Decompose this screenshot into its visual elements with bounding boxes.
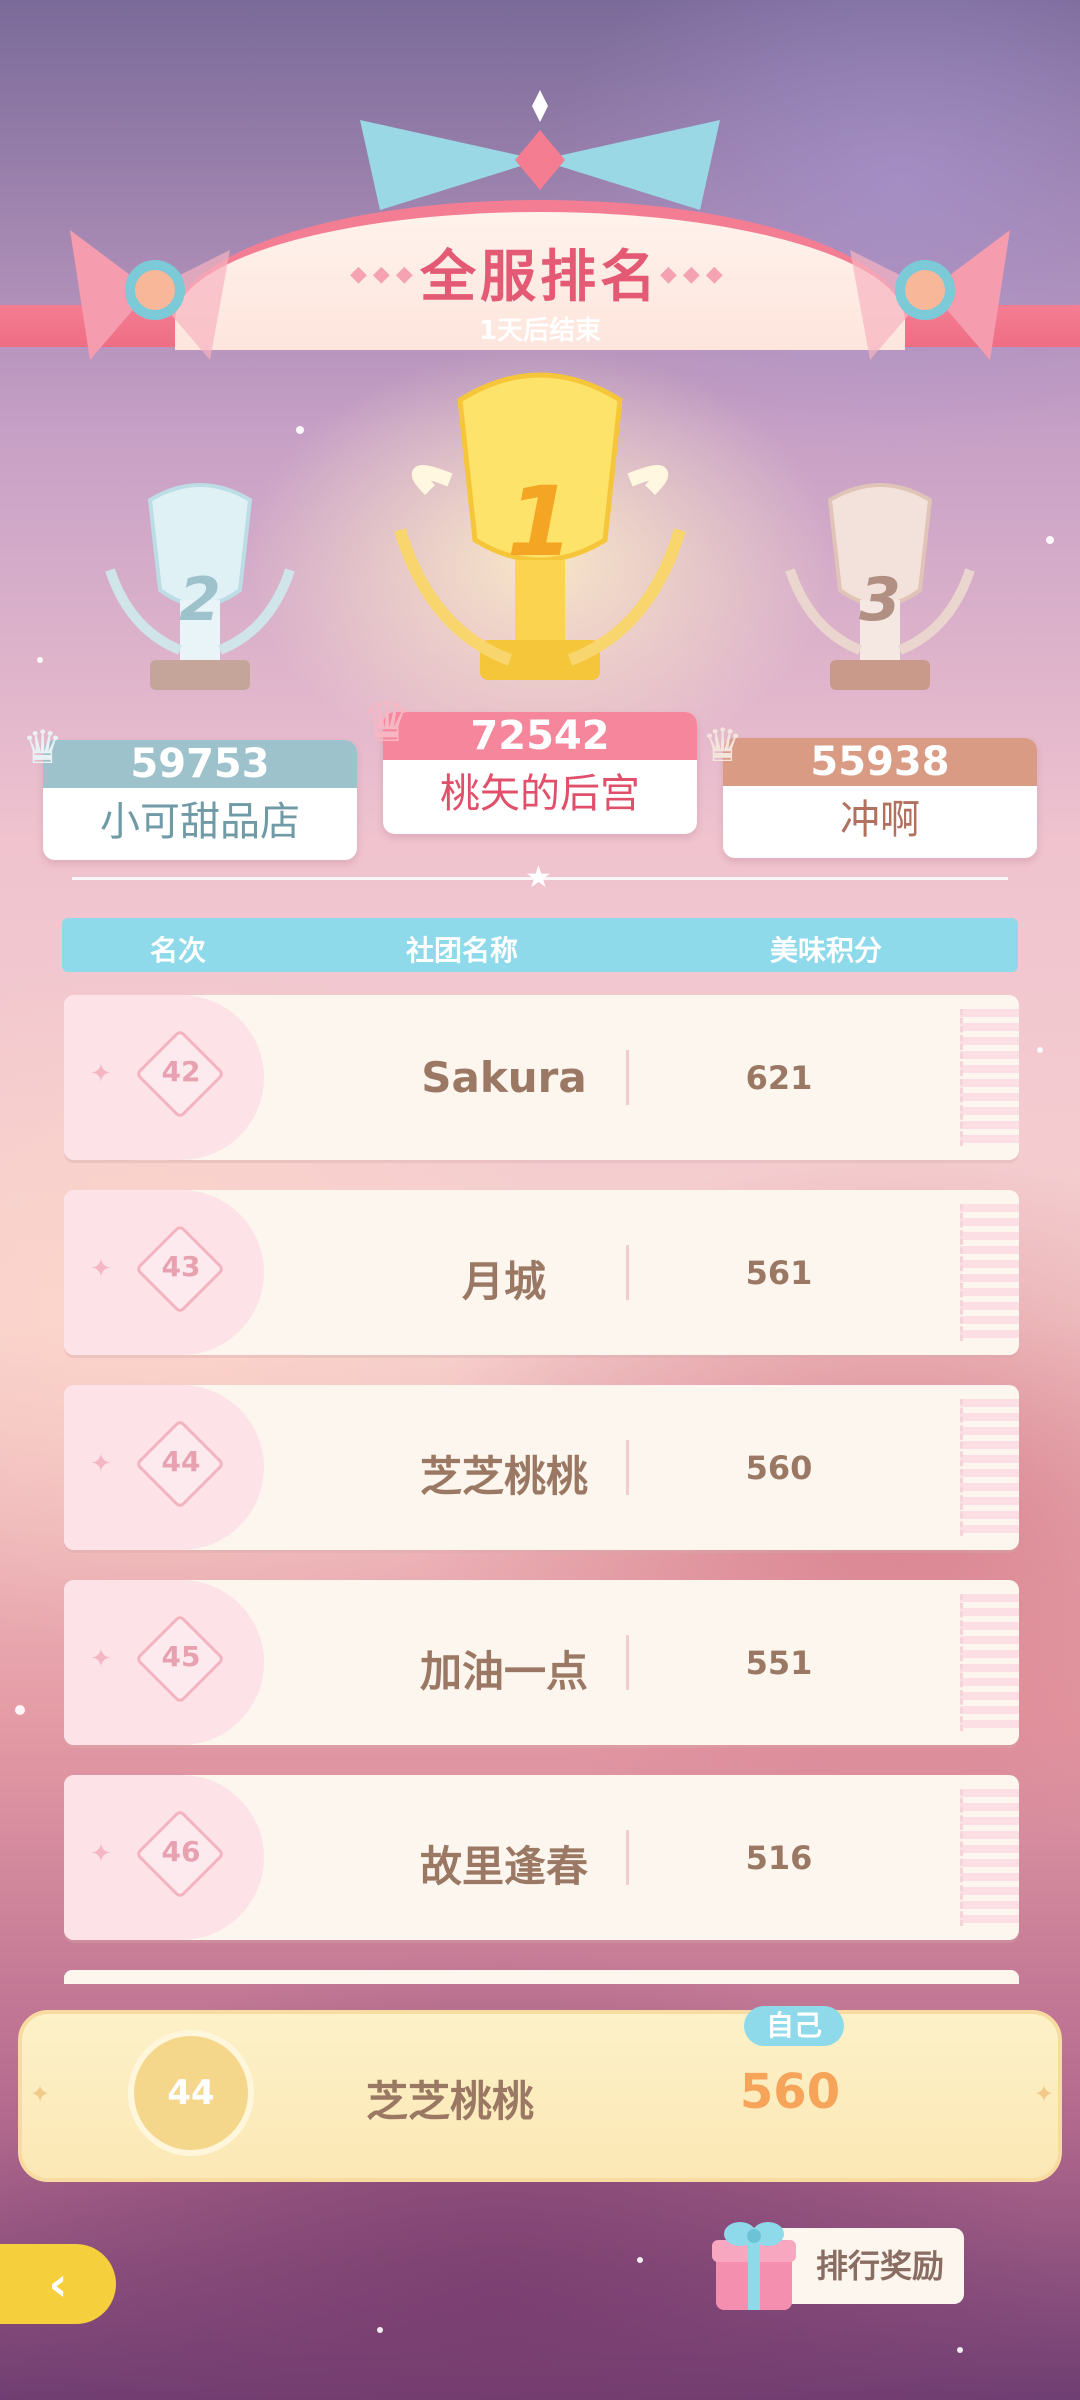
ticket-stub (960, 1789, 1019, 1926)
row-rank: 45 (161, 1640, 201, 1673)
row-club-name: 加油一点 (419, 1647, 588, 1696)
table-row[interactable]: ✦ 46 故里逢春 516 (64, 1775, 1019, 1940)
ranking-table-header: 名次 社团名称 美味积分 (62, 918, 1018, 972)
podium-card-first[interactable]: 72542 桃矢的后宫 (383, 712, 697, 834)
bronze-trophy-icon: 3 (785, 483, 975, 690)
countdown-text: 1天后结束 (478, 316, 602, 346)
silver-trophy-icon: 2 (105, 483, 295, 690)
back-button[interactable]: ‹ (0, 2244, 116, 2324)
page-title: 全服排名 (420, 245, 660, 310)
row-sparkle-icon: ✦ (90, 1644, 112, 1674)
row-score: 551 (745, 1644, 813, 1682)
row-club-name: 月城 (461, 1257, 546, 1306)
gold-crown-icon: ♛ (362, 690, 413, 755)
trophy-rank-1: 1 (507, 466, 574, 578)
self-tag: 自己 (744, 2006, 844, 2046)
row-score: 516 (745, 1839, 813, 1877)
ticket-stub (960, 1009, 1019, 1146)
podium-name: 冲啊 (840, 797, 920, 843)
bronze-crown-icon: ♛ (702, 718, 744, 772)
row-rank: 44 (161, 1445, 201, 1478)
row-sparkle-icon: ✦ (90, 1059, 112, 1089)
gift-icon (712, 2222, 796, 2310)
podium-score: 72542 (383, 712, 697, 760)
column-club-name: 社团名称 (406, 934, 519, 967)
row-score: 561 (745, 1254, 813, 1292)
row-score: 621 (745, 1059, 813, 1097)
row-rank: 43 (161, 1250, 201, 1283)
column-score: 美味积分 (770, 934, 883, 967)
row-score: 560 (745, 1449, 813, 1487)
divider-star-icon: ★ (525, 860, 552, 895)
trophy-rank-3: 3 (859, 565, 901, 635)
podium-score: 59753 (43, 740, 357, 788)
self-bar-sparkle-left-icon: ✦ (30, 2080, 51, 2108)
ticket-stub (960, 1594, 1019, 1731)
reward-label: 排行奖励 (815, 2247, 944, 2285)
self-rank: 44 (167, 2073, 215, 2113)
table-row[interactable]: ✦ 43 月城 561 (64, 1190, 1019, 1355)
gold-trophy-icon: 1 (394, 372, 686, 680)
table-row-partial[interactable] (64, 1970, 1019, 1984)
ticket-stub (960, 1204, 1019, 1341)
row-sparkle-icon: ✦ (90, 1254, 112, 1284)
self-club-name: 芝芝桃桃 (365, 2077, 534, 2126)
podium-card-third[interactable]: 55938 冲啊 (723, 738, 1037, 858)
back-arrow-icon: ‹ (48, 2257, 68, 2311)
self-rank-badge: 44 (128, 2030, 254, 2156)
podium-score: 55938 (723, 738, 1037, 786)
row-club-name: Sakura (421, 1053, 587, 1102)
podium-card-second[interactable]: 59753 小可甜品店 (43, 740, 357, 860)
self-score: 560 (739, 2064, 841, 2120)
table-row[interactable]: ✦ 45 加油一点 551 (64, 1580, 1019, 1745)
table-row[interactable]: ✦ 44 芝芝桃桃 560 (64, 1385, 1019, 1550)
row-rank: 46 (161, 1835, 201, 1868)
row-sparkle-icon: ✦ (90, 1449, 112, 1479)
row-club-name: 故里逢春 (419, 1842, 588, 1891)
top-ribbon-icon (360, 90, 720, 210)
podium-name: 小可甜品店 (100, 799, 300, 845)
column-rank: 名次 (150, 934, 207, 967)
row-sparkle-icon: ✦ (90, 1839, 112, 1869)
row-club-name: 芝芝桃桃 (419, 1452, 588, 1501)
table-row[interactable]: ✦ 42 Sakura 621 (64, 995, 1019, 1160)
row-rank: 42 (161, 1055, 201, 1088)
self-bar-sparkle-right-icon: ✦ (1034, 2080, 1055, 2108)
trophy-rank-2: 2 (179, 565, 221, 635)
ticket-stub (960, 1399, 1019, 1536)
podium-name: 桃矢的后宫 (440, 771, 640, 817)
silver-crown-icon: ♛ (22, 720, 64, 774)
